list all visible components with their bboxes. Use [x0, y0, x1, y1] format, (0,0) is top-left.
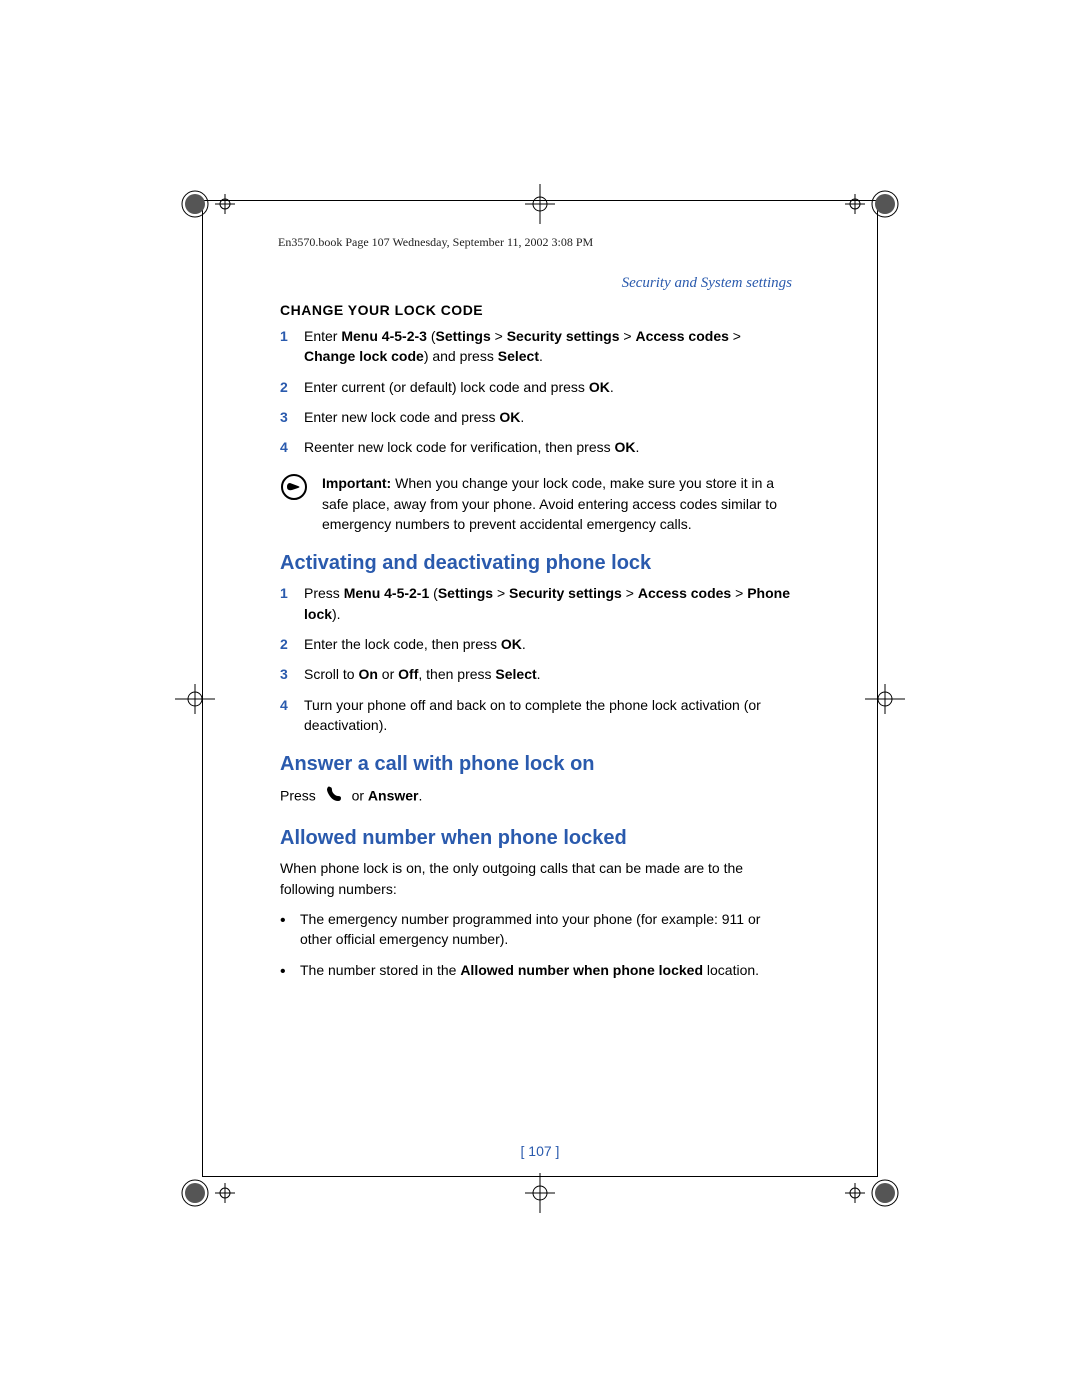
crop-mark-icon [525, 1173, 555, 1213]
step-text: Enter current (or default) lock code and… [304, 377, 792, 397]
heading-allowed-number: Allowed number when phone locked [280, 827, 792, 850]
press-after: or Answer. [352, 788, 423, 804]
step-text: Enter the lock code, then press OK. [304, 634, 792, 654]
document-page: En3570.book Page 107 Wednesday, Septembe… [0, 0, 1080, 1397]
content-area: Security and System settings CHANGE YOUR… [280, 275, 792, 993]
step-text: Scroll to On or Off, then press Select. [304, 664, 792, 684]
step-number: 2 [280, 377, 304, 397]
crop-mark-icon [175, 684, 215, 714]
press-before: Press [280, 788, 316, 804]
step-item: 1Press Menu 4-5-2-1 (Settings > Security… [280, 583, 792, 624]
answer-instruction: Press or Answer. [280, 784, 792, 809]
step-item: 4Turn your phone off and back on to comp… [280, 695, 792, 736]
step-number: 2 [280, 634, 304, 654]
steps-activating: 1Press Menu 4-5-2-1 (Settings > Security… [280, 583, 792, 735]
step-number: 3 [280, 407, 304, 427]
crop-mark-icon [175, 1173, 235, 1213]
hand-point-icon [280, 473, 312, 506]
step-number: 3 [280, 664, 304, 684]
bullet-text: The emergency number programmed into you… [300, 909, 792, 950]
allowed-bullets: The emergency number programmed into you… [280, 909, 792, 983]
crop-mark-icon [865, 684, 905, 714]
crop-mark-icon [845, 184, 905, 224]
step-item: 3Enter new lock code and press OK. [280, 407, 792, 427]
header-line: En3570.book Page 107 Wednesday, Septembe… [278, 235, 593, 250]
crop-mark-icon [525, 184, 555, 224]
running-head: Security and System settings [280, 275, 792, 292]
step-number: 1 [280, 326, 304, 346]
step-text: Reenter new lock code for verification, … [304, 437, 792, 457]
step-text: Enter new lock code and press OK. [304, 407, 792, 427]
step-item: 4Reenter new lock code for verification,… [280, 437, 792, 457]
bullet-item: The number stored in the Allowed number … [280, 960, 792, 983]
step-text: Press Menu 4-5-2-1 (Settings > Security … [304, 583, 792, 624]
note-text: Important: When you change your lock cod… [322, 473, 792, 534]
crop-mark-icon [845, 1173, 905, 1213]
step-item: 3Scroll to On or Off, then press Select. [280, 664, 792, 684]
page-number: [ 107 ] [0, 1143, 1080, 1159]
step-number: 1 [280, 583, 304, 603]
step-number: 4 [280, 695, 304, 715]
step-text: Enter Menu 4-5-2-3 (Settings > Security … [304, 326, 792, 367]
step-item: 2Enter current (or default) lock code an… [280, 377, 792, 397]
heading-activating: Activating and deactivating phone lock [280, 552, 792, 575]
allowed-intro: When phone lock is on, the only outgoing… [280, 858, 792, 899]
step-item: 2Enter the lock code, then press OK. [280, 634, 792, 654]
important-note: Important: When you change your lock cod… [280, 473, 792, 534]
step-text: Turn your phone off and back on to compl… [304, 695, 792, 736]
heading-change-lock-code: CHANGE YOUR LOCK CODE [280, 302, 792, 318]
crop-mark-icon [175, 184, 235, 224]
heading-answer-call: Answer a call with phone lock on [280, 753, 792, 776]
bullet-item: The emergency number programmed into you… [280, 909, 792, 950]
step-item: 1Enter Menu 4-5-2-3 (Settings > Security… [280, 326, 792, 367]
steps-change-lock-code: 1Enter Menu 4-5-2-3 (Settings > Security… [280, 326, 792, 457]
phone-handset-icon [324, 784, 344, 809]
bullet-text: The number stored in the Allowed number … [300, 960, 759, 980]
step-number: 4 [280, 437, 304, 457]
